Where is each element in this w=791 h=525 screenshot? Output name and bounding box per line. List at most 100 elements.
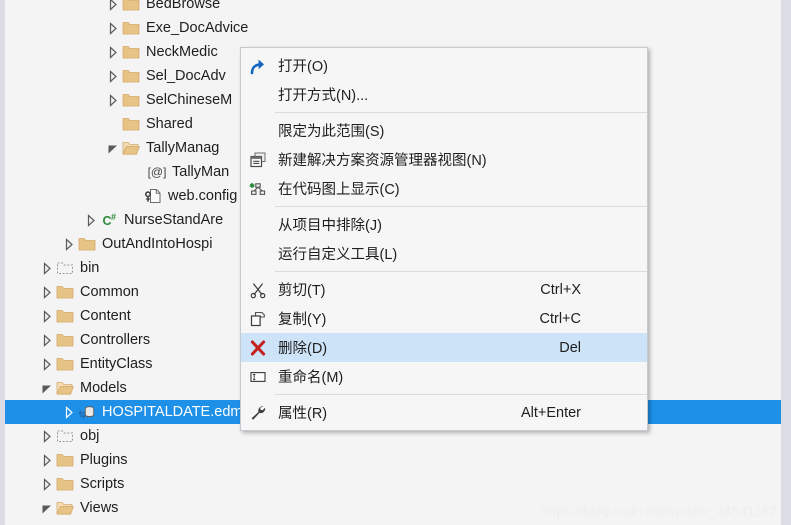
menu-separator bbox=[275, 206, 647, 207]
tree-row[interactable]: BedBrowse bbox=[5, 0, 781, 16]
tree-row-label: Scripts bbox=[80, 476, 125, 492]
screenshot-root: BedBrowse Exe_DocAdvice NeckMedic Sel_DocAd… bbox=[0, 0, 791, 525]
tree-row-label: Views bbox=[80, 500, 119, 516]
chevron-right-icon[interactable] bbox=[39, 429, 55, 444]
tree-row-label: BedBrowse bbox=[146, 0, 221, 12]
folder-icon bbox=[77, 235, 97, 253]
folder-icon bbox=[55, 283, 75, 301]
chevron-right-icon[interactable] bbox=[39, 357, 55, 372]
menu-item-label: 打开(O) bbox=[278, 59, 328, 75]
chevron-down-icon[interactable] bbox=[39, 381, 55, 396]
csharp-file-icon: C# bbox=[102, 211, 116, 229]
tree-row-label: obj bbox=[80, 428, 100, 444]
file-context-menu[interactable]: 打开(O) 打开方式(N)... 限定为此范围(S) 新建解决方案资源管理器视图(N)… bbox=[240, 47, 648, 431]
menu-item-label: 从项目中排除(J) bbox=[278, 218, 382, 234]
menu-item[interactable]: 新建解决方案资源管理器视图(N) bbox=[241, 145, 647, 174]
menu-item[interactable]: 打开方式(N)... bbox=[241, 80, 647, 109]
chevron-down-icon[interactable] bbox=[105, 141, 121, 156]
menu-item[interactable]: 删除(D) Del bbox=[241, 333, 647, 362]
tree-row[interactable]: Exe_DocAdvice bbox=[5, 16, 781, 40]
folder-icon bbox=[55, 451, 75, 469]
menu-item-shortcut: Ctrl+X bbox=[540, 281, 581, 298]
chevron-right-icon[interactable] bbox=[61, 405, 77, 420]
menu-item[interactable]: 打开(O) bbox=[241, 51, 647, 80]
menu-item-shortcut: Ctrl+C bbox=[539, 310, 582, 327]
chevron-right-icon[interactable] bbox=[105, 21, 121, 36]
menu-item-shortcut: Alt+Enter bbox=[520, 404, 581, 421]
tree-row-label: Content bbox=[80, 308, 131, 324]
menu-item[interactable]: 重命名(M) bbox=[241, 362, 647, 391]
menu-item[interactable]: 运行自定义工具(L) bbox=[241, 239, 647, 268]
tree-row-label: OutAndIntoHospi bbox=[102, 236, 213, 252]
menu-item-label: 属性(R) bbox=[278, 406, 328, 422]
menu-item-label: 在代码图上显示(C) bbox=[278, 182, 400, 198]
chevron-right-icon[interactable] bbox=[39, 261, 55, 276]
tree-row-label: Common bbox=[80, 284, 139, 300]
menu-item-label: 复制(Y) bbox=[278, 312, 327, 328]
code-map-icon bbox=[241, 180, 275, 198]
wrench-icon bbox=[241, 404, 275, 422]
menu-item-label: 删除(D) bbox=[278, 341, 328, 357]
menu-item-label: 重命名(M) bbox=[278, 370, 344, 386]
tree-row-label: Plugins bbox=[80, 452, 128, 468]
folder-icon bbox=[55, 475, 75, 493]
menu-item[interactable]: 剪切(T) Ctrl+X bbox=[241, 275, 647, 304]
folder-icon bbox=[121, 0, 141, 13]
tree-row[interactable]: Plugins bbox=[5, 448, 781, 472]
folder-open-icon bbox=[55, 499, 75, 517]
chevron-right-icon[interactable] bbox=[61, 237, 77, 252]
menu-item[interactable]: 限定为此范围(S) bbox=[241, 116, 647, 145]
menu-item[interactable]: 属性(R) Alt+Enter bbox=[241, 398, 647, 427]
folder-icon bbox=[55, 331, 75, 349]
folder-dashed-icon bbox=[55, 427, 75, 445]
tree-row-label: NurseStandAre bbox=[124, 212, 224, 228]
chevron-right-icon[interactable] bbox=[105, 0, 121, 12]
menu-item[interactable]: 在代码图上显示(C) bbox=[241, 174, 647, 203]
chevron-right-icon[interactable] bbox=[39, 333, 55, 348]
menu-item-label: 剪切(T) bbox=[278, 283, 326, 299]
chevron-right-icon[interactable] bbox=[105, 69, 121, 84]
chevron-right-icon[interactable] bbox=[39, 453, 55, 468]
menu-item-label: 运行自定义工具(L) bbox=[278, 247, 398, 263]
chevron-right-icon[interactable] bbox=[83, 213, 99, 228]
chevron-right-icon[interactable] bbox=[39, 285, 55, 300]
tree-row-label: Controllers bbox=[80, 332, 151, 348]
tree-row-label: web.config bbox=[168, 188, 238, 204]
menu-item[interactable]: 从项目中排除(J) bbox=[241, 210, 647, 239]
folder-open-icon bbox=[55, 379, 75, 397]
config-file-icon bbox=[143, 187, 163, 205]
folder-icon bbox=[121, 19, 141, 37]
chevron-right-icon[interactable] bbox=[105, 93, 121, 108]
tree-row-label: Sel_DocAdv bbox=[146, 68, 226, 84]
tree-row[interactable]: Main bbox=[5, 520, 781, 525]
tree-row-label: bin bbox=[80, 260, 100, 276]
tree-row[interactable]: Scripts bbox=[5, 472, 781, 496]
chevron-right-icon[interactable] bbox=[105, 45, 121, 60]
menu-separator bbox=[275, 394, 647, 395]
tree-row-label: Models bbox=[80, 380, 127, 396]
folder-open-icon bbox=[121, 139, 141, 157]
folder-icon bbox=[121, 115, 141, 133]
menu-item-label: 限定为此范围(S) bbox=[278, 124, 385, 140]
scissors-icon bbox=[241, 281, 275, 299]
menu-separator bbox=[275, 271, 647, 272]
edmx-model-icon bbox=[77, 403, 97, 421]
menu-item[interactable]: 复制(Y) Ctrl+C bbox=[241, 304, 647, 333]
menu-item-label: 打开方式(N)... bbox=[278, 88, 369, 104]
right-scrollbar-strip[interactable] bbox=[781, 0, 791, 525]
open-arrow-icon bbox=[241, 57, 275, 75]
rename-icon bbox=[241, 368, 275, 386]
copy-icon bbox=[241, 310, 275, 328]
tree-row-label: TallyManag bbox=[146, 140, 220, 156]
tree-row-label: EntityClass bbox=[80, 356, 153, 372]
chevron-right-icon[interactable] bbox=[39, 477, 55, 492]
tree-row-label: NeckMedic bbox=[146, 44, 218, 60]
chevron-down-icon[interactable] bbox=[39, 501, 55, 516]
razor-view-icon: [@] bbox=[147, 165, 167, 179]
chevron-right-icon[interactable] bbox=[39, 309, 55, 324]
folder-icon bbox=[121, 91, 141, 109]
tree-row-label: TallyMan bbox=[172, 164, 230, 180]
menu-separator bbox=[275, 112, 647, 113]
delete-x-icon bbox=[241, 339, 275, 357]
tree-row-label: SelChineseM bbox=[146, 92, 233, 108]
